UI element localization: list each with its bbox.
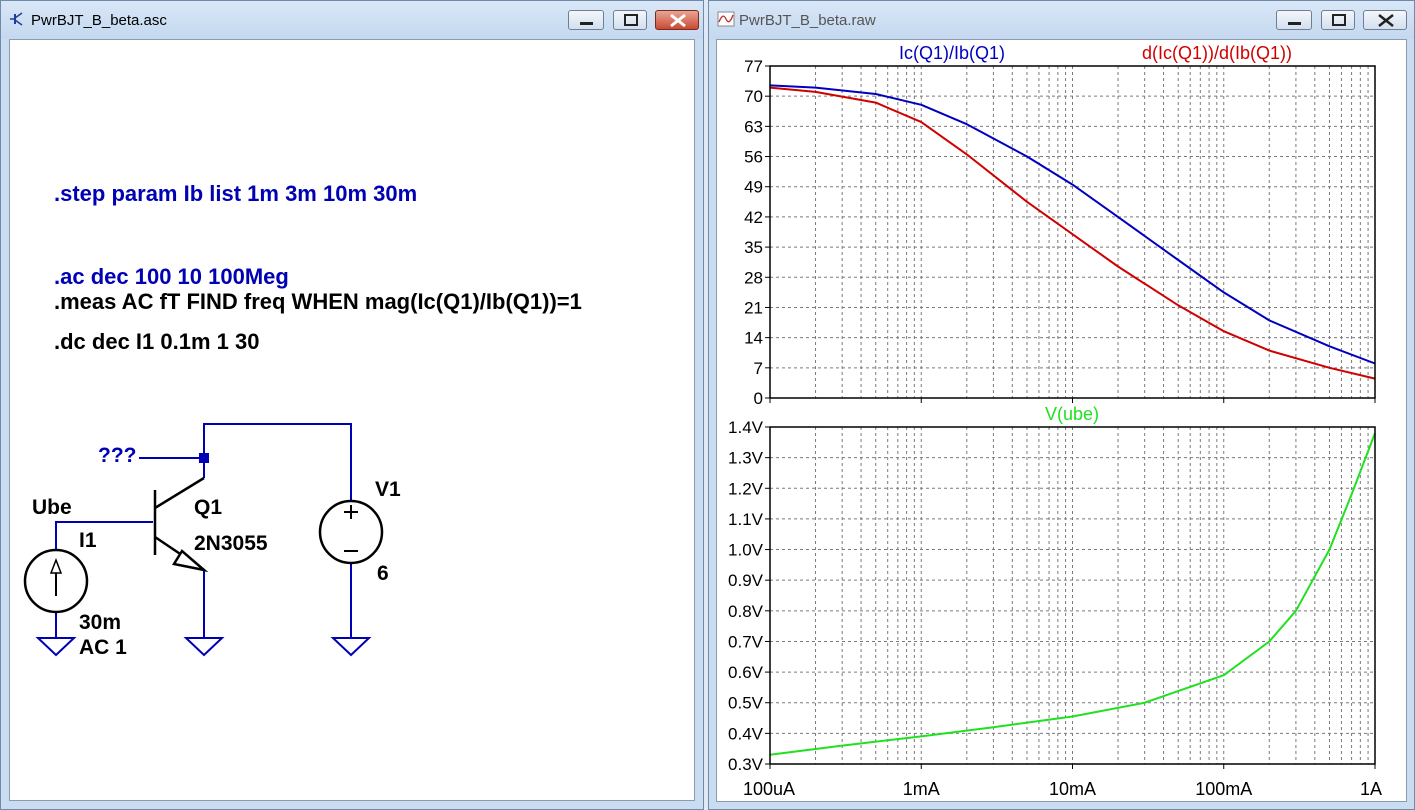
v1-value-label[interactable]: 6	[377, 562, 389, 586]
y-tick-label: 0.4V	[728, 724, 764, 743]
y-tick-label: 0.5V	[728, 694, 764, 713]
current-source-symbol	[23, 548, 89, 614]
x-tick-label: 100uA	[743, 779, 795, 799]
y-tick-label: 77	[744, 57, 763, 76]
y-tick-label: 1.1V	[728, 510, 764, 529]
close-button[interactable]	[655, 10, 699, 30]
y-tick-label: 70	[744, 87, 763, 106]
y-tick-label: 49	[744, 178, 763, 197]
x-tick-label: 1mA	[903, 779, 940, 799]
legend-label: V(ube)	[1045, 404, 1099, 424]
ground-symbol	[330, 637, 372, 657]
minimize-button[interactable]	[568, 10, 604, 30]
schematic-window: PwrBJT_B_beta.asc .step param Ib list 1m…	[0, 0, 704, 810]
waveform-plots[interactable]: 0 7 14 21 28 35 42 49 56 63 70 77 Ic(Q1)/Ib(Q1) d(Ic(…	[717, 40, 1407, 802]
y-tick-label: 14	[744, 329, 763, 348]
base-wire	[55, 521, 153, 550]
schematic-canvas[interactable]: .step param Ib list 1m 3m 10m 30m .ac de…	[9, 39, 695, 801]
schematic-window-title: PwrBJT_B_beta.asc	[31, 12, 167, 29]
ground-symbol	[183, 637, 225, 657]
y-tick-label: 28	[744, 268, 763, 287]
waveform-window: PwrBJT_B_beta.raw 0 7 14 21 28 35 42 49 56 63 70 77…	[708, 0, 1415, 810]
x-tick-label: 1A	[1360, 779, 1382, 799]
maximize-icon	[1332, 14, 1346, 26]
y-tick-label: 1.0V	[728, 541, 764, 560]
q1-model-label[interactable]: 2N3055	[194, 532, 268, 556]
i1-ref-label[interactable]: I1	[79, 529, 97, 553]
minimize-icon	[1288, 22, 1301, 25]
ground-symbol	[35, 637, 77, 657]
y-tick-label: 1.2V	[728, 479, 764, 498]
waveform-app-icon	[717, 11, 735, 27]
minimize-button[interactable]	[1276, 10, 1312, 30]
q1-ref-label[interactable]: Q1	[194, 496, 222, 520]
y-tick-label: 7	[754, 359, 763, 378]
ube-net-label[interactable]: Ube	[32, 496, 72, 520]
x-tick-label: 10mA	[1049, 779, 1096, 799]
net-label[interactable]: ???	[98, 444, 136, 468]
close-icon	[670, 13, 686, 28]
y-tick-label: 21	[744, 298, 763, 317]
waveform-plot-area[interactable]: 0 7 14 21 28 35 42 49 56 63 70 77 Ic(Q1)/Ib(Q1) d(Ic(…	[716, 39, 1407, 802]
npn-transistor-symbol	[153, 476, 209, 573]
junction-node	[199, 453, 209, 463]
y-tick-label: 0.9V	[728, 571, 764, 590]
waveform-titlebar[interactable]: PwrBJT_B_beta.raw	[709, 1, 1414, 39]
close-icon	[1378, 14, 1394, 27]
minimize-icon	[580, 22, 593, 25]
legend-label: d(Ic(Q1))/d(Ib(Q1))	[1142, 43, 1292, 63]
y-tick-label: 1.3V	[728, 449, 764, 468]
legend-label: Ic(Q1)/Ib(Q1)	[899, 43, 1005, 63]
v1-ref-label[interactable]: V1	[375, 478, 401, 502]
voltage-source-symbol	[318, 499, 384, 565]
y-tick-label: 0	[754, 389, 763, 408]
i1-value-label[interactable]: 30m	[79, 611, 121, 635]
y-tick-label: 0.6V	[728, 663, 764, 682]
y-tick-label: 0.7V	[728, 632, 764, 651]
maximize-button[interactable]	[613, 10, 647, 30]
maximize-button[interactable]	[1321, 10, 1355, 30]
y-tick-label: 63	[744, 117, 763, 136]
collector-wire	[203, 423, 352, 502]
schematic-titlebar[interactable]: PwrBJT_B_beta.asc	[1, 1, 703, 39]
series-line-small-signal-beta	[769, 86, 1376, 380]
y-tick-label: 35	[744, 238, 763, 257]
close-button[interactable]	[1363, 10, 1407, 30]
maximize-icon	[624, 14, 638, 26]
i1-ac-label[interactable]: AC 1	[79, 636, 127, 660]
transistor-app-icon	[10, 12, 23, 26]
schematic-drawing	[23, 423, 384, 657]
y-tick-label: 56	[744, 148, 763, 167]
y-tick-label: 1.4V	[728, 418, 764, 437]
x-tick-label: 100mA	[1195, 779, 1252, 799]
waveform-window-title: PwrBJT_B_beta.raw	[739, 12, 876, 29]
y-tick-label: 0.8V	[728, 602, 764, 621]
y-tick-label: 0.3V	[728, 755, 764, 774]
y-tick-label: 42	[744, 208, 763, 227]
